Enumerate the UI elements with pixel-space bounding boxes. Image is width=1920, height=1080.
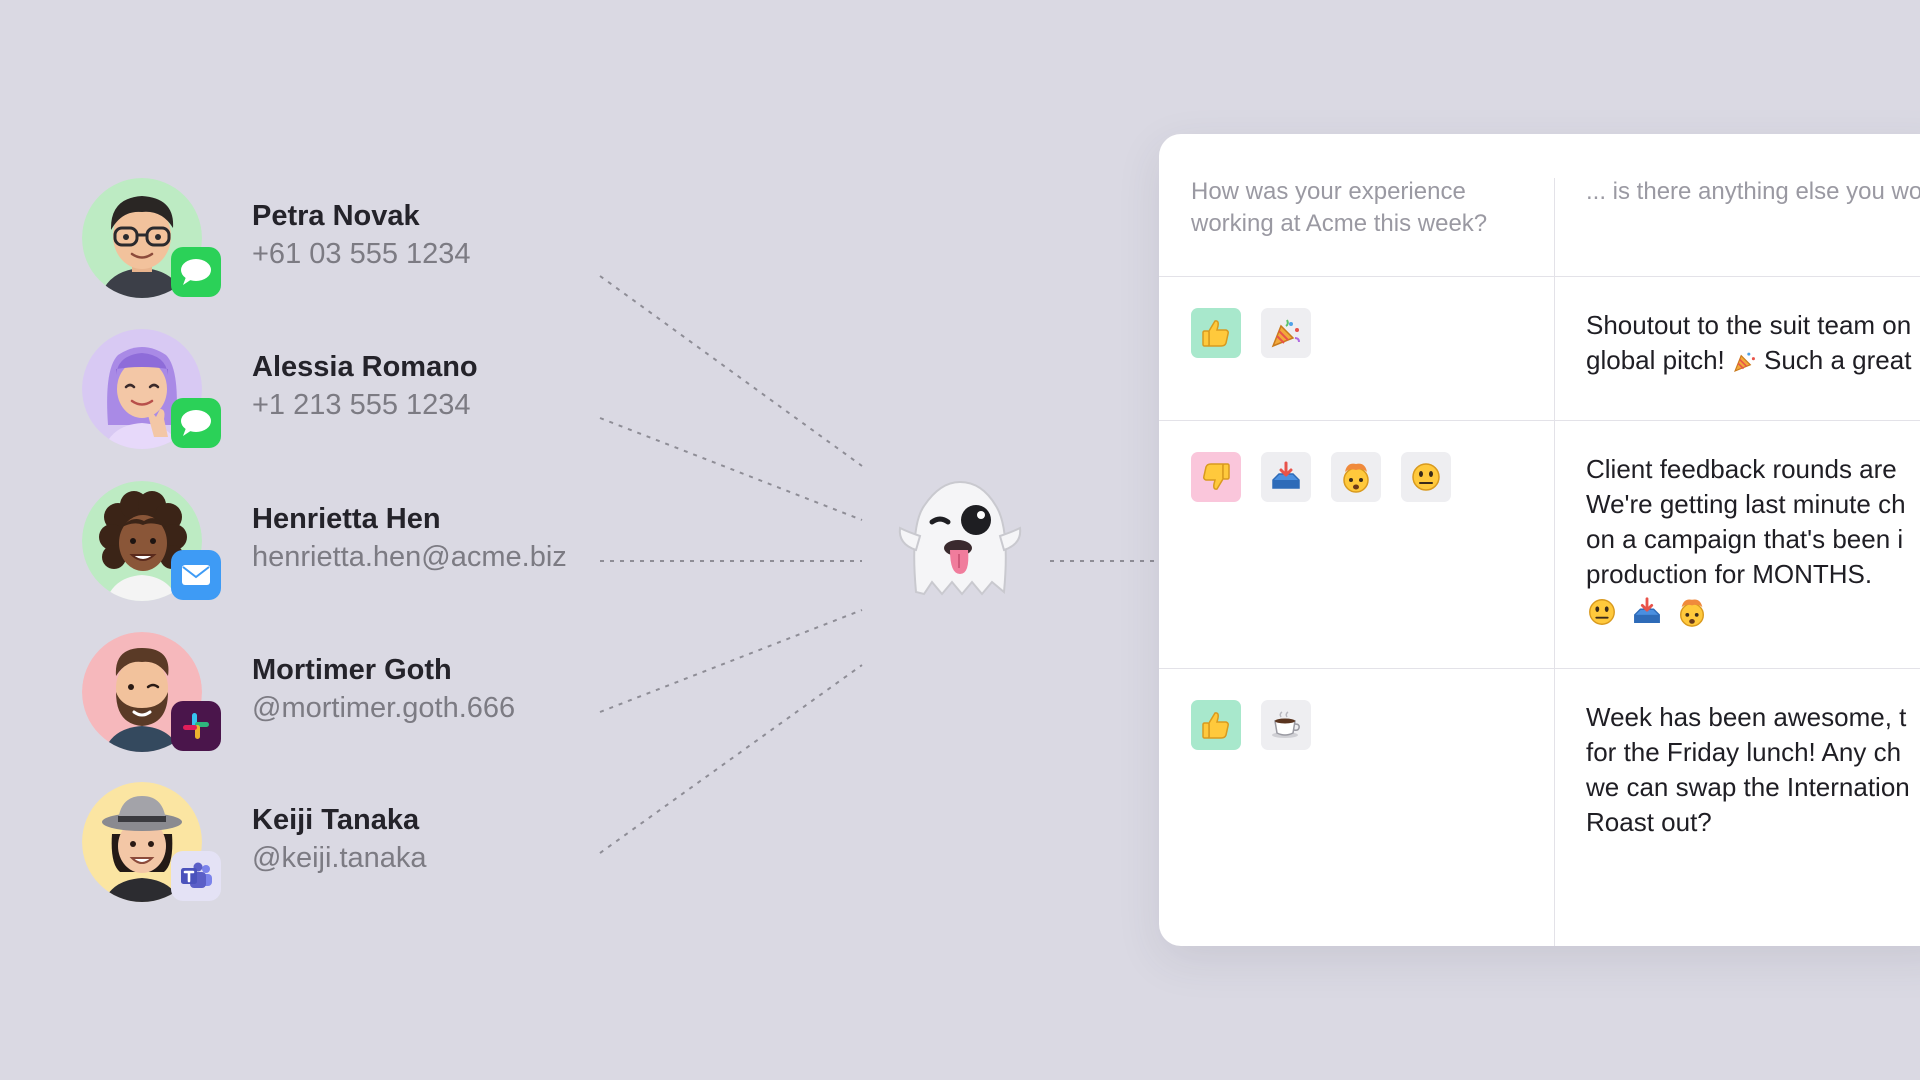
question-experience: How was your experience working at Acme …	[1191, 178, 1488, 237]
connector-line-5	[599, 664, 863, 854]
question-anything-else: ... is there anything else you would lik…	[1586, 178, 1920, 205]
hot-beverage-icon	[1261, 700, 1311, 750]
comment-line: global pitch! Such a great	[1586, 343, 1920, 383]
response-comment: Week has been awesome, t for the Friday …	[1586, 700, 1920, 840]
contact-handle: @mortimer.goth.666	[252, 692, 516, 724]
comment-line: Week has been awesome, t	[1586, 702, 1907, 732]
contact-name: Mortimer Goth	[252, 654, 452, 686]
neutral-face-icon	[1401, 452, 1451, 502]
response-reactions	[1191, 308, 1311, 358]
ghost-emoji-icon	[890, 470, 1030, 610]
connector-line-1	[599, 275, 863, 467]
contact-alessia-romano[interactable]: Alessia Romano +1 213 555 1234	[82, 329, 602, 449]
exploding-head-icon	[1331, 452, 1381, 502]
row-divider	[1159, 420, 1920, 421]
messages-icon	[171, 398, 221, 448]
comment-line: Client feedback rounds are	[1586, 454, 1897, 484]
contact-handle: +1 213 555 1234	[252, 389, 471, 421]
comment-text: Such a great	[1764, 345, 1912, 375]
contact-name: Alessia Romano	[252, 351, 478, 383]
comment-line: We're getting last minute ch	[1586, 489, 1906, 519]
contact-name: Keiji Tanaka	[252, 804, 420, 836]
comment-emoji-line	[1586, 596, 1920, 637]
party-popper-icon	[1732, 348, 1758, 383]
neutral-face-icon	[1586, 596, 1618, 637]
column-divider	[1554, 178, 1555, 946]
comment-line: production for MONTHS.	[1586, 559, 1873, 589]
contact-mortimer-goth[interactable]: Mortimer Goth @mortimer.goth.666	[82, 632, 602, 752]
teams-icon	[171, 851, 221, 901]
thumbs-up-icon	[1191, 308, 1241, 358]
contact-name: Henrietta Hen	[252, 503, 441, 535]
connector-line-2	[599, 417, 863, 521]
response-reactions	[1191, 700, 1311, 750]
comment-line: Roast out?	[1586, 807, 1712, 837]
response-comment: Shoutout to the suit team on global pitc…	[1586, 308, 1920, 383]
thumbs-up-icon	[1191, 700, 1241, 750]
row-divider	[1159, 276, 1920, 277]
response-comment: Client feedback rounds are We're getting…	[1586, 452, 1920, 637]
contact-petra-novak[interactable]: Petra Novak +61 03 555 1234	[82, 178, 602, 298]
messages-icon	[171, 247, 221, 297]
comment-line: Shoutout to the suit team on	[1586, 310, 1912, 340]
comment-text: global pitch!	[1586, 345, 1725, 375]
contact-handle: +61 03 555 1234	[252, 238, 471, 270]
connector-line-4	[599, 609, 863, 713]
contact-handle: @keiji.tanaka	[252, 842, 427, 874]
party-popper-icon	[1261, 308, 1311, 358]
comment-line: on a campaign that's been i	[1586, 524, 1904, 554]
inbox-tray-icon	[1631, 596, 1663, 637]
contact-henrietta-hen[interactable]: Henrietta Hen henrietta.hen@acme.biz	[82, 481, 602, 601]
exploding-head-icon	[1676, 596, 1708, 637]
survey-responses-card: How was your experience working at Acme …	[1159, 134, 1920, 946]
contact-keiji-tanaka[interactable]: Keiji Tanaka @keiji.tanaka	[82, 782, 602, 902]
contact-name: Petra Novak	[252, 200, 420, 232]
response-reactions	[1191, 452, 1451, 502]
stage: Petra Novak +61 03 555 1234 Alessia Roma…	[0, 0, 1920, 1080]
contact-handle: henrietta.hen@acme.biz	[252, 541, 567, 573]
mail-icon	[171, 550, 221, 600]
comment-line: for the Friday lunch! Any ch	[1586, 737, 1902, 767]
row-divider	[1159, 668, 1920, 669]
slack-icon	[171, 701, 221, 751]
inbox-tray-icon	[1261, 452, 1311, 502]
comment-line: we can swap the Internation	[1586, 772, 1910, 802]
thumbs-down-icon	[1191, 452, 1241, 502]
